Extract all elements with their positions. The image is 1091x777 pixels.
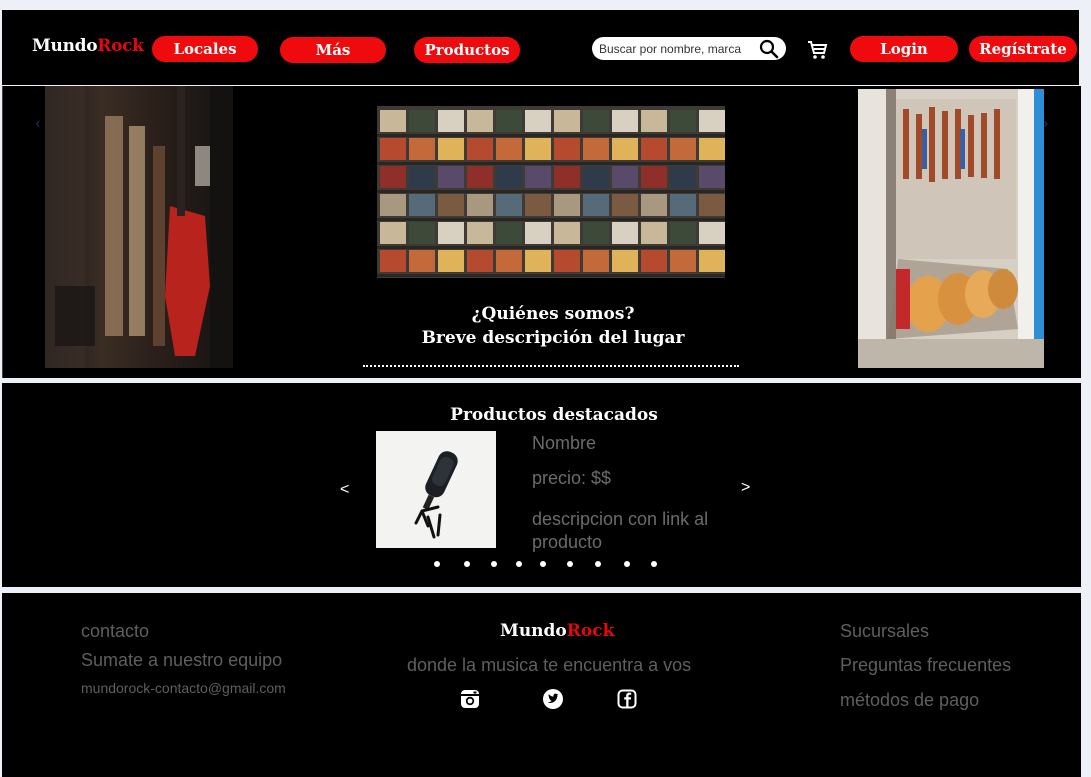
product-image[interactable] (376, 431, 496, 548)
footer-contact-link[interactable]: contacto (81, 621, 149, 642)
carousel-dot[interactable] (516, 561, 522, 567)
featured-title: Productos destacados (450, 405, 658, 425)
logo-mundo: Mundo (32, 36, 98, 56)
logo-rock: Rock (97, 36, 144, 56)
hero-title: ¿Quiénes somos? Breve descripción del lu… (363, 302, 743, 350)
carousel-dot[interactable] (595, 561, 601, 567)
hero-title-line2: Breve descripción del lugar (421, 328, 685, 348)
search-icon[interactable] (759, 39, 779, 59)
footer-logo-rock: Rock (566, 621, 615, 641)
site-header: MundoRock Locales Más Productos Login Re… (2, 10, 1079, 85)
nav-productos-button[interactable]: Productos (414, 37, 520, 63)
carousel-dot[interactable] (624, 561, 630, 567)
instagram-icon[interactable] (459, 688, 481, 710)
footer-payments-link[interactable]: métodos de pago (840, 690, 979, 711)
nav-locales-button[interactable]: Locales (152, 36, 258, 62)
cart-icon[interactable] (806, 39, 828, 61)
records-photo (377, 106, 725, 278)
carousel-dot[interactable] (651, 561, 657, 567)
twitter-icon[interactable] (542, 688, 564, 710)
footer-logo: MundoRock (500, 621, 614, 641)
footer-branches-link[interactable]: Sucursales (840, 621, 929, 642)
footer-logo-mundo: Mundo (500, 621, 567, 641)
login-button[interactable]: Login (850, 36, 958, 62)
hero-prev-arrow[interactable]: ‹ (35, 116, 41, 132)
site-footer: contacto Sumate a nuestro equipo mundoro… (2, 593, 1081, 777)
footer-email[interactable]: mundorock-contacto@gmail.com (81, 680, 286, 696)
guitar-store-photo-right (858, 89, 1044, 368)
facebook-icon[interactable] (616, 688, 638, 710)
carousel-dot[interactable] (540, 561, 546, 567)
nav-mas-button[interactable]: Más (280, 37, 386, 63)
hero-title-line1: ¿Quiénes somos? (471, 304, 635, 324)
carousel-dot[interactable] (434, 561, 440, 567)
hero-carousel: ‹ ¿Quiénes somos? Breve descripción del … (2, 86, 1081, 378)
site-logo[interactable]: MundoRock (32, 36, 144, 56)
product-price: precio: $$ (532, 468, 612, 488)
register-button[interactable]: Regístrate (969, 36, 1077, 62)
search-input[interactable] (599, 41, 755, 56)
search-bar (592, 37, 786, 60)
guitars-photo-left (45, 86, 233, 368)
featured-prev-arrow[interactable]: < (340, 481, 349, 499)
carousel-dot[interactable] (464, 561, 470, 567)
footer-join-link[interactable]: Sumate a nuestro equipo (81, 650, 282, 671)
product-description-link[interactable]: descripcion con link al producto (532, 508, 732, 554)
carousel-dot[interactable] (491, 561, 497, 567)
footer-faq-link[interactable]: Preguntas frecuentes (840, 655, 1011, 676)
featured-next-arrow[interactable]: > (741, 479, 750, 497)
hero-next-arrow[interactable]: › (1043, 116, 1049, 132)
featured-products-section: Productos destacados < Nombre precio: $$… (2, 383, 1081, 587)
hero-divider (363, 365, 739, 367)
footer-tagline: donde la musica te encuentra a vos (407, 655, 692, 675)
carousel-dot[interactable] (567, 561, 573, 567)
product-name[interactable]: Nombre (532, 433, 596, 454)
